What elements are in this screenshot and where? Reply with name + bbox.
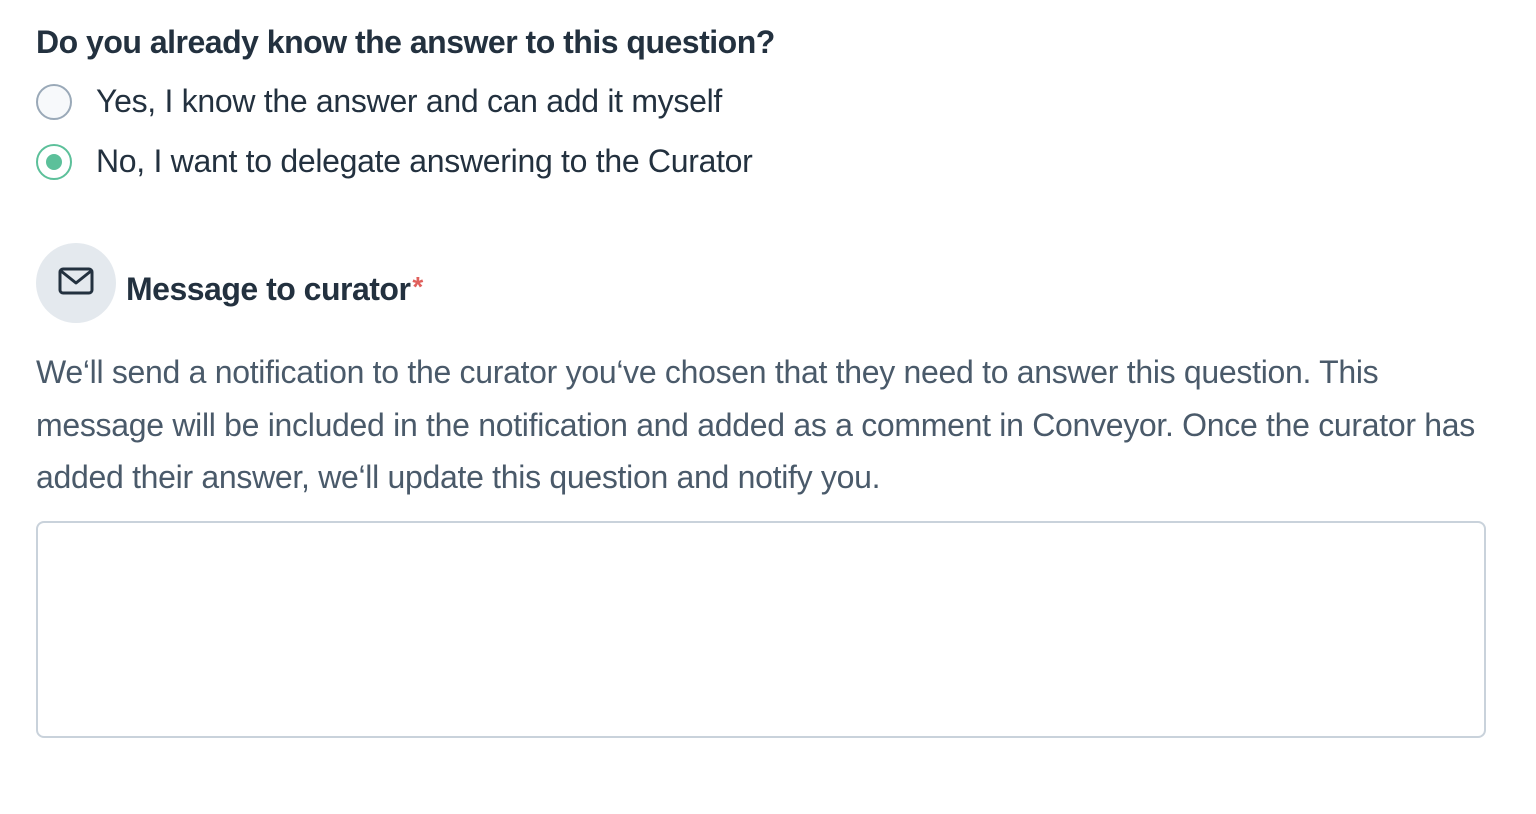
- message-header: Message to curator*: [36, 243, 423, 323]
- mail-icon: [58, 266, 94, 301]
- option-label-delegate-to-curator: No, I want to delegate answering to the …: [96, 143, 753, 179]
- option-delegate-to-curator[interactable]: No, I want to delegate answering to the …: [36, 143, 753, 180]
- message-textarea[interactable]: [36, 521, 1486, 738]
- mail-icon-badge: [36, 243, 116, 323]
- message-title: Message to curator*: [126, 271, 423, 308]
- option-answer-myself[interactable]: Yes, I know the answer and can add it my…: [36, 83, 722, 120]
- radio-button-answer-myself[interactable]: [36, 83, 72, 120]
- radio-button-delegate-to-curator[interactable]: [36, 143, 72, 180]
- option-label-answer-myself: Yes, I know the answer and can add it my…: [96, 83, 722, 119]
- message-description: We‘ll send a notification to the curator…: [36, 354, 1475, 495]
- required-marker: *: [412, 270, 423, 302]
- message-title-text: Message to curator: [126, 270, 411, 307]
- question-heading: Do you already know the answer to this q…: [36, 24, 775, 60]
- delegate-question-form: Do you already know the answer to this q…: [0, 0, 1536, 814]
